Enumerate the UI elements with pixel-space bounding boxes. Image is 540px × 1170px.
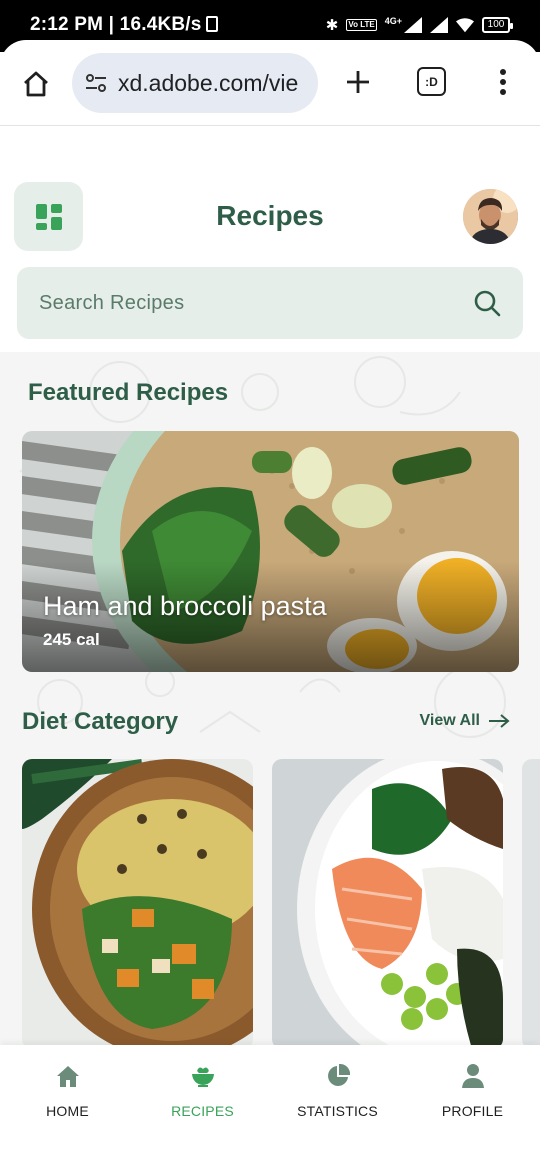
plus-icon xyxy=(347,71,369,93)
menu-dot-icon xyxy=(500,69,506,75)
nav-label-recipes: RECIPES xyxy=(171,1103,234,1119)
status-icons: ✱ Vo LTE 4G+ 100 xyxy=(325,14,513,36)
pie-chart-icon xyxy=(327,1063,350,1086)
nav-label-home: HOME xyxy=(46,1103,89,1119)
search-input[interactable] xyxy=(39,267,459,339)
browser-menu-button[interactable] xyxy=(491,64,515,100)
url-text: xd.adobe.com/vie xyxy=(118,69,299,96)
browser-home-button[interactable] xyxy=(16,64,56,104)
featured-recipe-name: Ham and broccoli pasta xyxy=(43,591,327,621)
sim-icon xyxy=(205,16,218,32)
signal-icon-2 xyxy=(430,17,448,33)
volte-badge: Vo LTE xyxy=(346,19,377,31)
nav-label-statistics: STATISTICS xyxy=(297,1103,378,1119)
page-title: Recipes xyxy=(216,200,324,231)
search-icon[interactable] xyxy=(473,289,501,317)
status-time: 2:12 PM | 16.4KB/s xyxy=(30,14,218,36)
nav-item-statistics[interactable]: STATISTICS xyxy=(270,1063,405,1119)
home-icon xyxy=(56,1066,79,1087)
battery-icon: 100 xyxy=(482,17,513,33)
arrow-right-icon xyxy=(489,714,510,728)
nav-label-profile: PROFILE xyxy=(441,1103,504,1119)
menu-dot-icon xyxy=(500,79,506,85)
app-header: Recipes xyxy=(0,127,540,352)
featured-recipe-card[interactable]: Ham and broccoli pasta 245 cal xyxy=(22,431,519,672)
site-settings-icon[interactable] xyxy=(84,71,108,95)
bowl-icon xyxy=(191,1067,214,1087)
diet-card-image-salad-bowl xyxy=(22,759,253,1045)
featured-recipe-calories: 245 cal xyxy=(43,630,100,649)
main-content[interactable]: Featured Recipes Ham and broccoli pasta … xyxy=(0,352,540,1045)
bottom-navigation: HOME RECIPES STATISTICS PROFILE xyxy=(0,1045,540,1170)
network-type: 4G+ xyxy=(384,16,402,26)
url-bar[interactable]: xd.adobe.com/vie xyxy=(72,53,318,113)
diet-section-title: Diet Category xyxy=(22,708,179,735)
browser-toolbar: xd.adobe.com/vie :D xyxy=(0,40,540,126)
diet-category-card-partial[interactable] xyxy=(522,759,540,1045)
diet-card-image-poke-bowl xyxy=(272,759,503,1045)
nav-item-home[interactable]: HOME xyxy=(0,1063,135,1119)
signal-icon xyxy=(404,17,422,33)
diet-category-card[interactable] xyxy=(22,759,253,1045)
nav-item-profile[interactable]: PROFILE xyxy=(405,1063,540,1119)
menu-dot-icon xyxy=(500,89,506,95)
avatar[interactable] xyxy=(463,189,518,244)
wifi-icon xyxy=(456,18,474,33)
search-box xyxy=(17,267,523,339)
new-tab-button[interactable] xyxy=(340,64,376,100)
home-outline-icon xyxy=(24,71,48,97)
diet-category-card[interactable] xyxy=(272,759,503,1045)
tab-switcher-button[interactable]: :D xyxy=(417,67,446,96)
view-all-label: View All xyxy=(419,712,480,729)
bluetooth-icon: ✱ xyxy=(325,17,339,34)
nav-item-recipes[interactable]: RECIPES xyxy=(135,1063,270,1119)
featured-section-title: Featured Recipes xyxy=(28,379,229,406)
avatar-photo xyxy=(463,189,518,244)
view-all-link[interactable]: View All xyxy=(420,712,510,730)
status-time-text: 2:12 PM | 16.4KB/s xyxy=(30,14,202,35)
person-icon xyxy=(461,1064,484,1088)
